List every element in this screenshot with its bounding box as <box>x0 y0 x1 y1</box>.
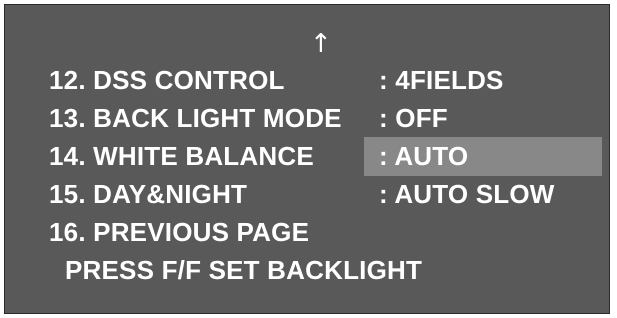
menu-value-back-light-mode: : OFF <box>379 103 448 133</box>
footer-hint: PRESS F/F SET BACKLIGHT <box>65 255 423 285</box>
menu-item-white-balance[interactable]: 14. WHITE BALANCE <box>49 141 314 171</box>
osd-menu-screen: ↑ 12. DSS CONTROL : 4FIELDS 13. BACK LIG… <box>4 4 610 314</box>
menu-item-day-night[interactable]: 15. DAY&NIGHT <box>49 179 247 209</box>
menu-item-back-light-mode[interactable]: 13. BACK LIGHT MODE <box>49 103 342 133</box>
scroll-up-arrow-icon[interactable]: ↑ <box>310 29 332 59</box>
menu-value-white-balance: : AUTO <box>379 141 469 171</box>
menu-item-previous-page[interactable]: 16. PREVIOUS PAGE <box>49 217 309 247</box>
menu-item-dss-control[interactable]: 12. DSS CONTROL <box>49 65 285 95</box>
menu-value-dss-control: : 4FIELDS <box>379 65 504 95</box>
menu-value-day-night: : AUTO SLOW <box>379 179 555 209</box>
